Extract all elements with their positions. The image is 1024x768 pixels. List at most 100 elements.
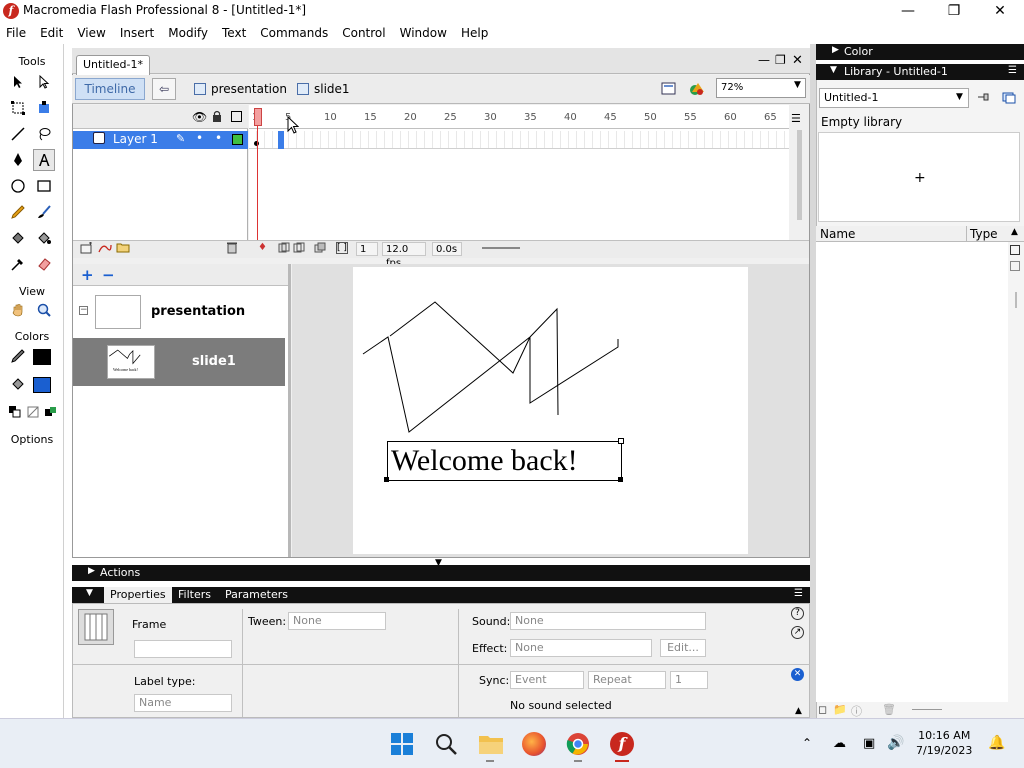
collapse-icon[interactable]: −	[79, 306, 88, 315]
repeat-select[interactable]: Repeat	[588, 671, 666, 689]
add-screen-icon[interactable]: +	[81, 266, 94, 284]
hand-tool-icon[interactable]	[7, 299, 29, 321]
welcome-text-field[interactable]: Welcome back!	[387, 441, 622, 481]
timeline-scrollbar[interactable]	[797, 130, 802, 220]
frame-rate[interactable]: 12.0 fps	[382, 242, 426, 269]
layer-row[interactable]: Layer 1 ✎ • •	[73, 131, 248, 149]
wide-view-icon[interactable]	[1010, 245, 1020, 255]
stage-drawing[interactable]	[353, 267, 748, 554]
stroke-color-swatch[interactable]	[33, 349, 51, 365]
chrome-icon[interactable]	[566, 732, 590, 756]
volume-icon[interactable]: 🔊	[887, 735, 904, 751]
menu-control[interactable]: Control	[336, 22, 393, 44]
stroke-path-1[interactable]	[362, 301, 531, 433]
text-corner-handle[interactable]	[618, 477, 623, 482]
network-icon[interactable]: ☁	[833, 736, 846, 751]
screen-item-slide1[interactable]: Welcome back! slide1	[73, 338, 285, 386]
collapse-arrow-icon[interactable]: ▼	[830, 65, 837, 75]
expand-arrow-icon[interactable]: ▶	[832, 45, 839, 55]
library-item-list[interactable]	[816, 242, 1008, 702]
breadcrumb-slide1[interactable]: slide1	[297, 82, 350, 96]
actions-panel-bar[interactable]: ▶ Actions	[72, 565, 810, 581]
edit-symbols-icon[interactable]	[688, 80, 708, 98]
paint-bucket-tool-icon[interactable]	[33, 227, 55, 249]
brush-tool-icon[interactable]	[33, 201, 55, 223]
selection-tool-icon[interactable]	[7, 71, 29, 93]
pin-library-icon[interactable]	[976, 91, 990, 104]
menu-help[interactable]: Help	[455, 22, 496, 44]
start-button-icon[interactable]	[390, 732, 414, 756]
screen-item-presentation[interactable]: − presentation	[73, 288, 285, 336]
repeat-count-input[interactable]: 1	[670, 671, 708, 689]
search-icon[interactable]	[434, 732, 458, 756]
selected-frame[interactable]	[278, 131, 284, 149]
sync-select[interactable]: Event	[510, 671, 584, 689]
menu-edit[interactable]: Edit	[34, 22, 71, 44]
trash-icon[interactable]: 🗑	[882, 703, 896, 716]
timeline-h-scrollbar[interactable]	[482, 247, 520, 249]
chevron-up-icon[interactable]: ⌃	[802, 736, 812, 750]
doc-restore-icon[interactable]: ❐	[775, 53, 786, 67]
eraser-tool-icon[interactable]	[33, 253, 55, 275]
library-document-select[interactable]: Untitled-1	[819, 88, 969, 108]
column-name[interactable]: Name	[820, 227, 855, 241]
flash-taskbar-icon[interactable]: f	[610, 732, 634, 756]
document-tab[interactable]: Untitled-1*	[76, 55, 150, 75]
stroke-path-3[interactable]	[529, 307, 559, 416]
doc-minimize-icon[interactable]: —	[758, 53, 770, 67]
menu-insert[interactable]: Insert	[114, 22, 162, 44]
edit-button[interactable]: Edit...	[660, 639, 706, 657]
properties-icon[interactable]: ⓘ	[851, 703, 862, 719]
new-library-panel-icon[interactable]	[1002, 91, 1016, 104]
center-frame-icon[interactable]: ♦	[258, 242, 267, 253]
visible-dot-icon[interactable]: •	[196, 131, 203, 145]
onion-skin-icon[interactable]	[278, 242, 308, 254]
subselection-tool-icon[interactable]	[33, 71, 55, 93]
library-h-scrollbar[interactable]	[912, 709, 942, 710]
text-tool-icon[interactable]	[33, 149, 55, 171]
fill-transform-tool-icon[interactable]	[33, 97, 55, 119]
menu-file[interactable]: File	[0, 22, 34, 44]
narrow-view-icon[interactable]	[1010, 261, 1020, 271]
zoom-tool-icon[interactable]	[33, 299, 55, 321]
close-button[interactable]: ✕	[977, 0, 1023, 22]
new-folder-icon[interactable]: 📁	[833, 703, 847, 716]
sort-icon[interactable]: ▲	[1011, 227, 1018, 237]
menu-commands[interactable]: Commands	[254, 22, 336, 44]
line-tool-icon[interactable]	[7, 123, 29, 145]
text-resize-handle[interactable]	[618, 438, 624, 444]
fill-color-swatch[interactable]	[33, 377, 51, 393]
minimize-button[interactable]: —	[885, 0, 931, 22]
trash-icon[interactable]	[226, 241, 238, 254]
text-corner-handle[interactable]	[384, 477, 389, 482]
outline-color-swatch[interactable]	[232, 134, 243, 145]
sound-select[interactable]: None	[510, 612, 706, 630]
effect-select[interactable]: None	[510, 639, 652, 657]
eye-icon[interactable]: 👁	[192, 110, 207, 124]
file-explorer-icon[interactable]	[478, 733, 504, 755]
lock-dot-icon[interactable]: •	[215, 131, 222, 145]
menu-text[interactable]: Text	[216, 22, 254, 44]
ink-bottle-tool-icon[interactable]	[7, 227, 29, 249]
lock-icon[interactable]	[212, 110, 222, 122]
display-icon[interactable]: ▣	[863, 736, 875, 751]
notifications-icon[interactable]: 🔔	[988, 735, 1005, 751]
breadcrumb-presentation[interactable]: presentation	[194, 82, 287, 96]
delete-screen-icon[interactable]: −	[102, 266, 115, 284]
label-type-select[interactable]: Name	[134, 694, 232, 712]
chevron-down-icon[interactable]: ▼	[956, 92, 963, 102]
free-transform-tool-icon[interactable]	[7, 97, 29, 119]
panel-menu-icon[interactable]: ☰	[1008, 65, 1017, 76]
collapse-arrow-icon[interactable]: ▼	[86, 588, 93, 598]
restore-button[interactable]: ❐	[931, 0, 977, 22]
zoom-select[interactable]: 72%	[716, 78, 806, 98]
edit-scene-icon[interactable]	[660, 80, 680, 98]
back-arrow-icon[interactable]: ⇦	[152, 78, 176, 100]
menu-window[interactable]: Window	[394, 22, 455, 44]
new-symbol-icon[interactable]: ◻	[818, 703, 827, 716]
swap-colors-icon[interactable]	[40, 401, 62, 423]
help-icon[interactable]: ?	[791, 607, 804, 620]
taskbar-clock[interactable]: 10:16 AM 7/19/2023	[916, 728, 972, 758]
frame-label-input[interactable]	[134, 640, 232, 658]
menu-modify[interactable]: Modify	[162, 22, 216, 44]
